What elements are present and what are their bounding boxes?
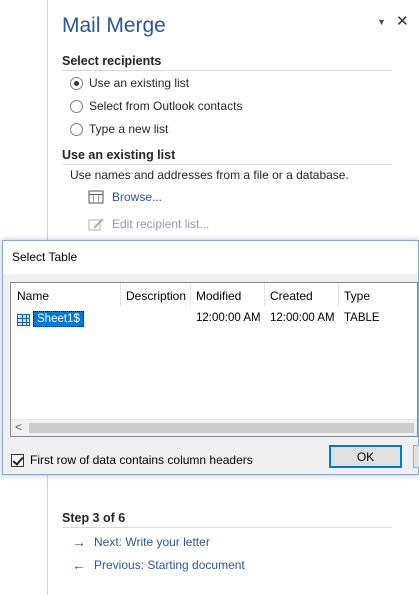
row-modified-cell: 12:00:00 AM (196, 312, 261, 324)
radio-button[interactable] (70, 122, 83, 136)
radio-button[interactable] (70, 99, 83, 113)
column-header-modified[interactable]: Modified (190, 283, 265, 307)
select-recipients-heading: Select recipients (62, 54, 392, 71)
dropdown-triangle-icon[interactable]: ▼ (377, 17, 386, 27)
row-created-cell: 12:00:00 AM (270, 312, 335, 324)
pane-title: Mail Merge (62, 14, 166, 37)
existing-list-heading: Use an existing list (62, 148, 392, 165)
scroll-left-icon[interactable]: < (15, 420, 22, 434)
dialog-title: Select Table (12, 250, 78, 264)
row-name-cell[interactable]: Sheet1$ (33, 311, 84, 327)
next-step-link[interactable]: → Next: Write your letter (72, 534, 210, 550)
radio-use-existing-list[interactable]: Use an existing list (70, 76, 189, 90)
edit-list-icon (88, 218, 104, 231)
close-icon[interactable]: ✕ (396, 12, 409, 30)
select-table-dialog: Select Table Name Description Modified C… (2, 240, 419, 475)
arrow-left-icon: ← (72, 557, 86, 573)
radio-label: Use an existing list (89, 76, 190, 90)
column-header-type[interactable]: Type (338, 283, 417, 307)
cancel-button-edge[interactable] (413, 445, 419, 468)
scrollbar-thumb[interactable] (29, 423, 414, 433)
ok-button[interactable]: OK (329, 445, 402, 468)
radio-button-checked[interactable] (70, 76, 83, 90)
horizontal-scrollbar[interactable]: < (11, 419, 417, 436)
edit-recipient-list-label: Edit recipient list... (112, 217, 210, 231)
step-indicator: Step 3 of 6 (62, 511, 392, 528)
previous-step-label: Previous: Starting document (94, 558, 245, 572)
column-header-created[interactable]: Created (264, 283, 339, 307)
dialog-body: Name Description Modified Created Type S… (3, 274, 419, 474)
arrow-right-icon: → (72, 534, 86, 550)
existing-list-description: Use names and addresses from a file or a… (70, 168, 349, 182)
radio-label: Select from Outlook contacts (89, 99, 243, 113)
row-type-cell: TABLE (344, 312, 380, 324)
table-icon (88, 190, 104, 204)
table-list[interactable]: Name Description Modified Created Type S… (10, 282, 418, 437)
first-row-headers-label: First row of data contains column header… (30, 453, 253, 467)
column-header-name[interactable]: Name (11, 283, 121, 307)
sheet-table-icon (17, 314, 30, 326)
first-row-headers-option[interactable]: First row of data contains column header… (11, 453, 253, 467)
list-header: Name Description Modified Created Type (11, 283, 417, 307)
column-header-description[interactable]: Description (120, 283, 191, 307)
radio-label: Type a new list (89, 122, 169, 136)
browse-link[interactable]: Browse... (88, 190, 162, 204)
browse-label: Browse... (112, 190, 163, 204)
next-step-label: Next: Write your letter (94, 535, 210, 549)
first-row-headers-checkbox[interactable] (11, 453, 24, 467)
radio-type-new-list[interactable]: Type a new list (70, 122, 168, 136)
edit-recipient-list-link: Edit recipient list... (88, 217, 209, 231)
radio-outlook-contacts[interactable]: Select from Outlook contacts (70, 99, 242, 113)
previous-step-link[interactable]: ← Previous: Starting document (72, 557, 245, 573)
table-row[interactable]: Sheet1$ 12:00:00 AM 12:00:00 AM TABLE (11, 311, 417, 329)
